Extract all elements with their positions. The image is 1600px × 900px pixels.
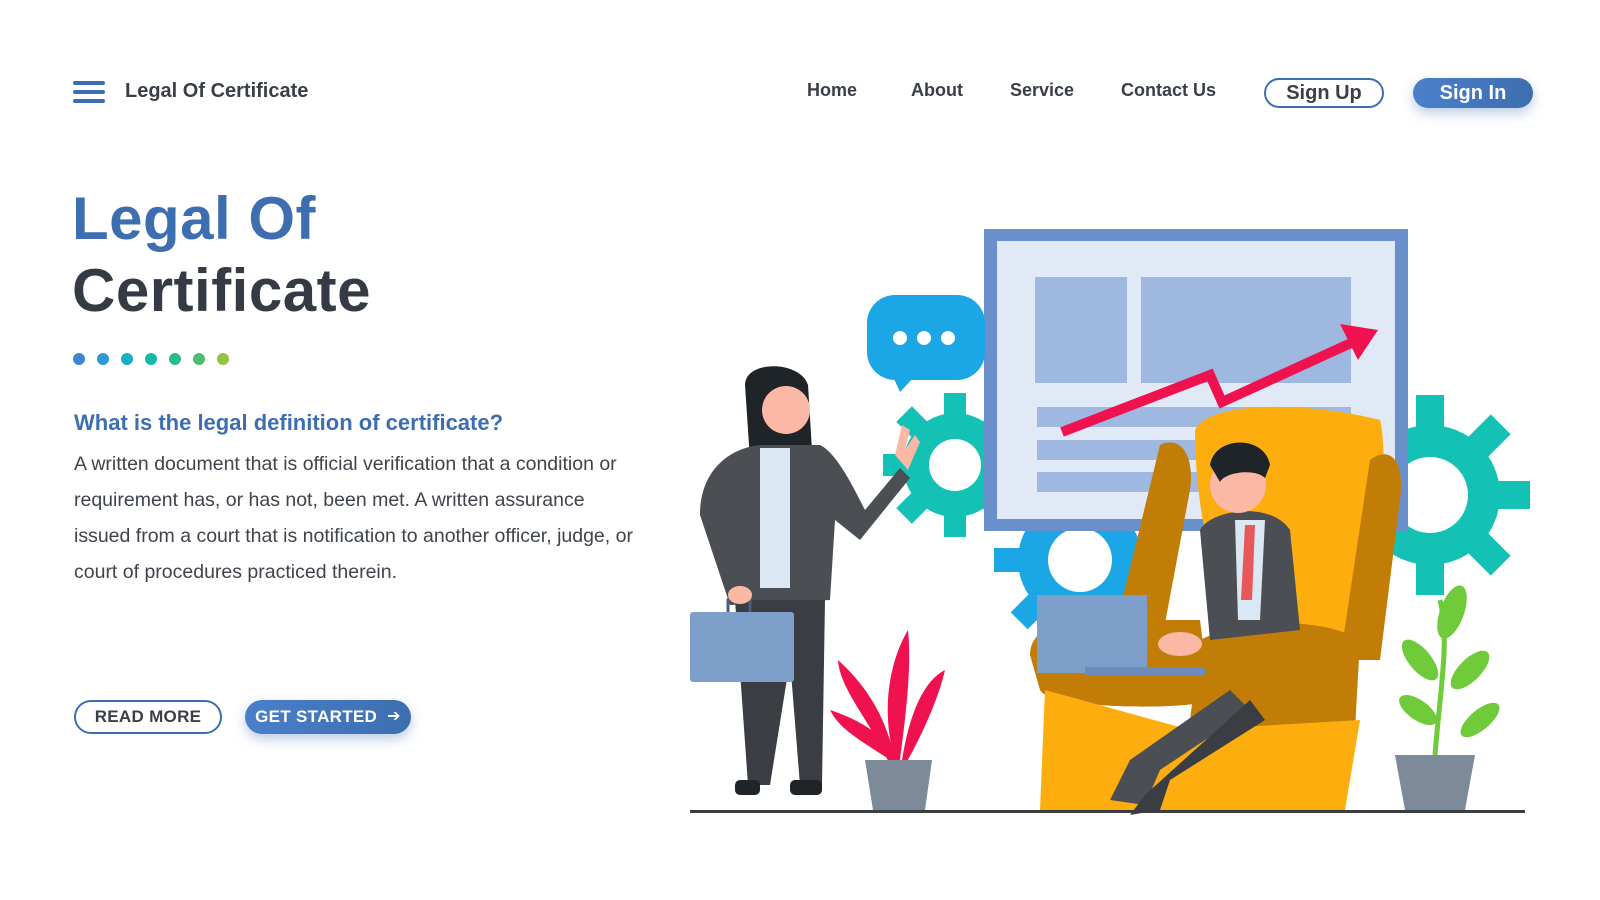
hero-title: Legal Of Certificate [72, 183, 371, 327]
brand-name[interactable]: Legal Of Certificate [125, 80, 308, 103]
nav-about[interactable]: About [911, 80, 963, 101]
hero-question: What is the legal definition of certific… [74, 410, 504, 435]
dot [169, 353, 181, 365]
sign-in-button[interactable]: Sign In [1413, 78, 1533, 108]
hamburger-menu-icon[interactable] [73, 81, 105, 103]
floor-line [690, 810, 1525, 813]
dot [217, 353, 229, 365]
nav-contact-us[interactable]: Contact Us [1121, 80, 1216, 101]
arrow-right-icon: ➔ [387, 708, 401, 725]
dot [97, 353, 109, 365]
dot [73, 353, 85, 365]
red-plant [830, 630, 945, 810]
nav-home[interactable]: Home [807, 80, 857, 101]
decorative-dots [73, 353, 229, 365]
hero-title-line2: Certificate [72, 257, 371, 324]
nav-service[interactable]: Service [1010, 80, 1074, 101]
read-more-button[interactable]: READ MORE [74, 700, 222, 734]
speech-bubble-icon [867, 295, 985, 392]
hero-title-line1: Legal Of [72, 185, 317, 252]
sign-up-button[interactable]: Sign Up [1264, 78, 1384, 108]
dot [121, 353, 133, 365]
get-started-button[interactable]: GET STARTED ➔ [245, 700, 411, 734]
hero-description: A written document that is official veri… [74, 453, 633, 583]
green-plant [1395, 585, 1500, 810]
site-header: Legal Of Certificate Home About Service … [0, 0, 1600, 185]
dot [193, 353, 205, 365]
hero-illustration [690, 229, 1530, 815]
dot [145, 353, 157, 365]
get-started-label: GET STARTED [255, 707, 378, 726]
